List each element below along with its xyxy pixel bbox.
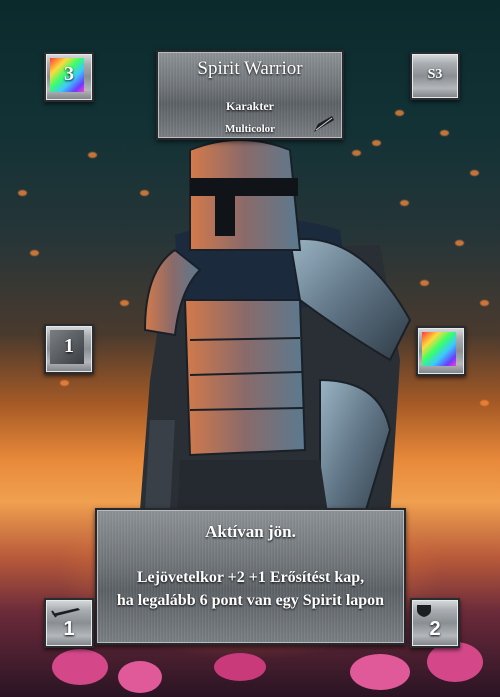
card-name: Spirit Warrior (197, 58, 303, 79)
game-card[interactable]: 3 Spirit Warrior Karakter Multicolor S3 … (0, 0, 500, 697)
ability-text: Lejövetelkor +2 +1 Erősítést kap, ha leg… (105, 566, 396, 612)
attack-value: 1 (63, 618, 75, 640)
set-code: S3 (427, 67, 443, 82)
set-code-badge: S3 (410, 52, 460, 100)
ability-line-1: Lejövetelkor +2 +1 Erősítést kap, (136, 569, 365, 586)
ability-line-2: ha legalább 6 pont van egy Spirit lapon (116, 592, 385, 609)
cost-gem: 3 (44, 52, 94, 102)
rainbow-gem-icon (422, 332, 456, 366)
defense-stat: 2 (410, 598, 460, 648)
ability-header: Aktívan jön. (205, 522, 296, 541)
blade-icon (314, 116, 334, 132)
card-type: Karakter (226, 99, 274, 113)
right-gem (416, 326, 466, 376)
attack-stat: 1 (44, 598, 94, 648)
shield-icon (417, 605, 431, 617)
title-panel: Spirit Warrior Karakter Multicolor (156, 50, 344, 140)
defense-value: 2 (429, 618, 441, 640)
left-value-badge: 1 (44, 324, 94, 374)
sword-icon (51, 608, 80, 618)
ability-panel: Aktívan jön. Lejövetelkor +2 +1 Erősítés… (95, 508, 406, 645)
left-value: 1 (64, 335, 74, 357)
cost-value: 3 (64, 63, 74, 85)
